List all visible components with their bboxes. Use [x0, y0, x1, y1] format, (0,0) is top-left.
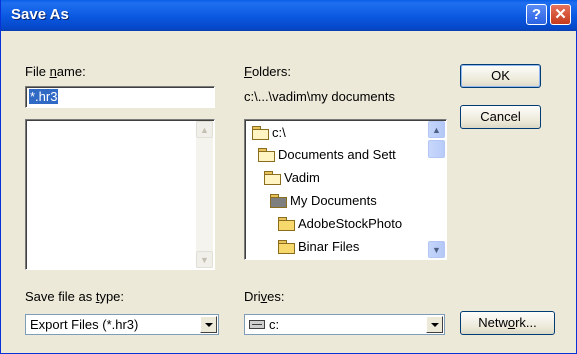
- help-icon: ?: [531, 6, 542, 23]
- folder-tree-scrollbar[interactable]: ▲ ▼: [428, 121, 445, 258]
- tree-item-documents-and-settings[interactable]: Documents and Sett: [258, 146, 396, 164]
- dialog-title: Save As: [11, 6, 69, 23]
- current-folder-path: c:\...\vadim\my documents: [244, 89, 395, 104]
- folders-label: Folders:: [244, 64, 291, 79]
- file-name-value: *.hr3: [29, 89, 59, 104]
- drive-icon: [249, 320, 265, 329]
- save-type-value: Export Files (*.hr3): [30, 317, 139, 332]
- chevron-down-icon[interactable]: [426, 316, 443, 333]
- open-folder-icon: [264, 171, 281, 185]
- drives-label: Drives:: [244, 289, 285, 304]
- scroll-up-arrow-icon[interactable]: ▲: [196, 121, 213, 138]
- tree-item-adobestockphoto[interactable]: AdobeStockPhoto: [278, 215, 402, 233]
- drives-select[interactable]: c:: [244, 314, 445, 335]
- save-type-select[interactable]: Export Files (*.hr3): [25, 314, 219, 335]
- folder-icon: [278, 217, 295, 231]
- tree-item-vadim[interactable]: Vadim: [264, 169, 320, 187]
- network-button[interactable]: Network...: [460, 311, 555, 335]
- scroll-down-arrow-icon[interactable]: ▼: [428, 241, 445, 258]
- open-folder-icon: [252, 126, 269, 140]
- help-button[interactable]: ?: [526, 4, 547, 25]
- scroll-up-arrow-icon[interactable]: ▲: [428, 121, 445, 138]
- drive-value: c:: [249, 317, 279, 332]
- scroll-down-arrow-icon[interactable]: ▼: [196, 251, 213, 268]
- file-list-scrollbar[interactable]: ▲ ▼: [196, 121, 213, 268]
- save-type-label: Save file as type:: [25, 289, 125, 304]
- close-button[interactable]: ✕: [550, 4, 571, 25]
- tree-item-c-drive[interactable]: c:\: [252, 124, 286, 142]
- chevron-down-icon[interactable]: [200, 316, 217, 333]
- tree-item-binar-files[interactable]: Binar Files: [278, 238, 359, 256]
- file-list[interactable]: ▲ ▼: [25, 119, 215, 270]
- title-bar[interactable]: Save As ? ✕: [1, 0, 577, 31]
- close-icon: ✕: [554, 6, 567, 23]
- tree-item-my-documents[interactable]: My Documents: [270, 192, 377, 210]
- cancel-button[interactable]: Cancel: [460, 105, 541, 129]
- open-folder-icon: [258, 148, 275, 162]
- open-folder-icon: [270, 194, 287, 208]
- file-name-label: File name:: [25, 64, 86, 79]
- folder-icon: [278, 240, 295, 254]
- ok-button[interactable]: OK: [460, 64, 541, 88]
- scroll-thumb[interactable]: [428, 140, 445, 158]
- file-name-input[interactable]: *.hr3: [25, 86, 215, 108]
- folder-tree[interactable]: c:\ Documents and Sett Vadim My Document…: [244, 119, 447, 260]
- save-as-dialog: Save As ? ✕ File name: *.hr3 ▲ ▼ Folders…: [0, 0, 577, 354]
